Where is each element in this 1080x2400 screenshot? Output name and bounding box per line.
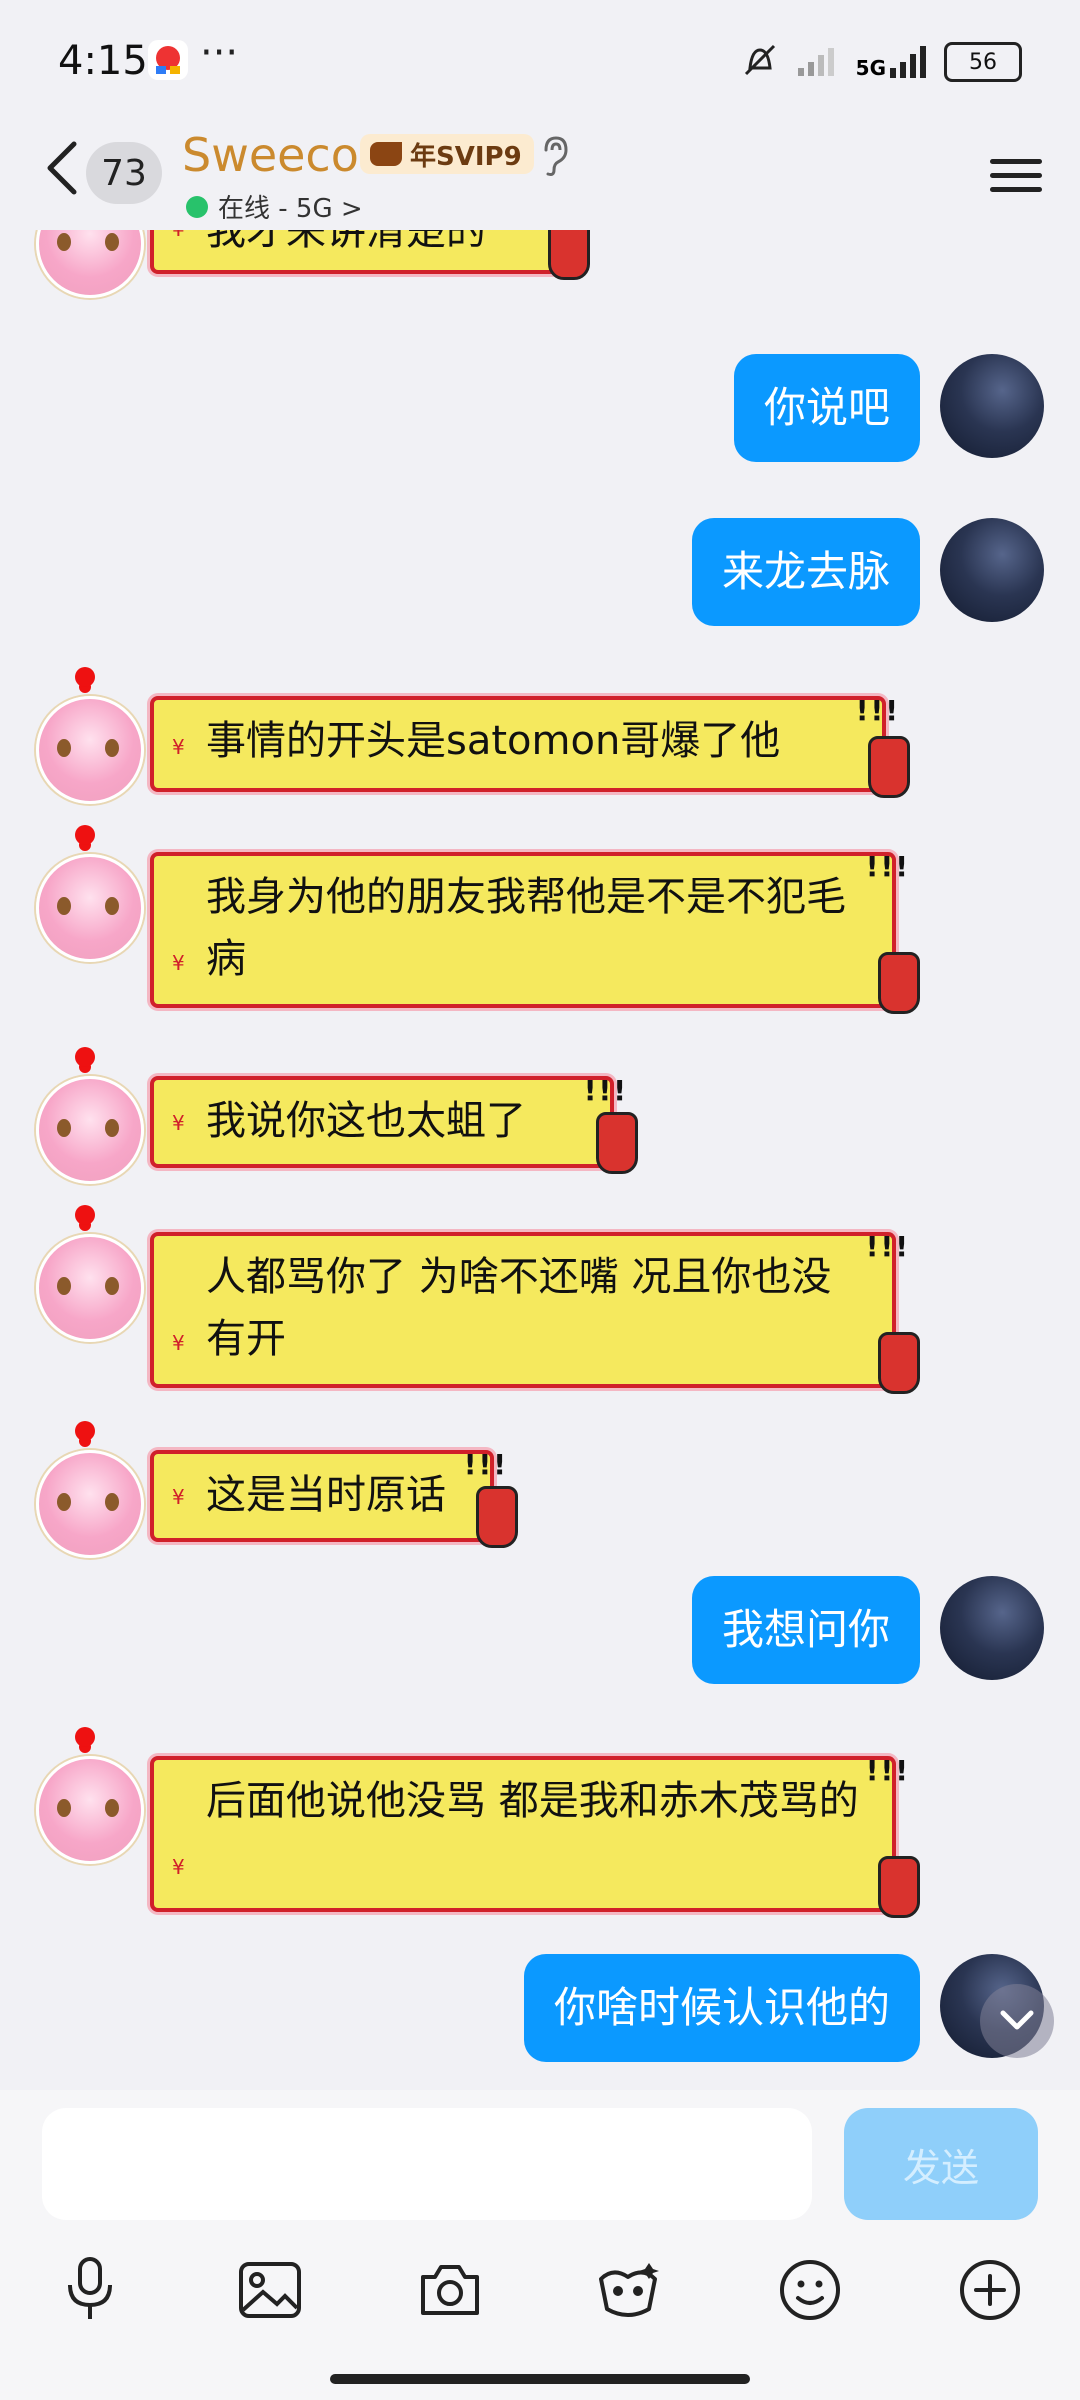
thumbs-up-icon (596, 1112, 638, 1174)
message-item: !!! 我说你这也太蛆了 ¥ (0, 1042, 1080, 1184)
image-icon[interactable] (230, 2250, 310, 2330)
avatar[interactable] (36, 1047, 144, 1184)
message-bubble[interactable]: 你说吧 (733, 354, 920, 462)
avatar[interactable] (940, 354, 1044, 458)
message-list[interactable]: 我才来讲清楚的 ¥ 你说吧 来龙去脉 !!! 事情的开头是satomon哥爆了他… (0, 230, 1080, 2090)
chat-header: 73 Sweeco 年SVIP9 在线 - 5G > (0, 120, 1080, 230)
avatar[interactable] (36, 1421, 144, 1558)
presence-text: 在线 - 5G > (218, 194, 363, 224)
chevron-down-icon (1000, 2010, 1034, 2030)
message-text: 后面他说他没骂 都是我和赤木茂骂的 (206, 1778, 859, 1824)
scroll-to-bottom-button[interactable] (980, 1984, 1054, 2058)
message-text: 人都骂你了 为啥不还嘴 况且你也没有开 (206, 1254, 832, 1362)
exclamation-marks-icon: !!! (865, 1230, 910, 1263)
message-item: 你说吧 (0, 354, 1080, 464)
message-bubble[interactable]: 你啥时候认识他的 (523, 1954, 920, 2062)
message-item: !!! 这是当时原话 ¥ (0, 1416, 1080, 1558)
yen-icon: ¥ (172, 1485, 185, 1509)
thumbs-up-icon (878, 1856, 920, 1918)
crown-icon (370, 142, 402, 166)
signal-5g-icon: 5G (856, 44, 928, 80)
yen-icon: ¥ (172, 951, 185, 975)
app-notification-icon (148, 40, 188, 80)
message-item: 来龙去脉 (0, 518, 1080, 628)
signal-weak-icon (796, 42, 840, 82)
exclamation-marks-icon: !!! (855, 694, 900, 727)
vip-badge-label: 年SVIP9 (410, 141, 522, 172)
camera-icon[interactable] (410, 2250, 490, 2330)
thumbs-up-icon (868, 736, 910, 798)
mute-icon (740, 40, 780, 84)
yen-icon: ¥ (172, 735, 185, 759)
battery-icon: 56 (944, 42, 1022, 82)
composer-toolbar (0, 2250, 1080, 2350)
status-right-cluster: 5G 56 (740, 40, 1022, 84)
status-time: 4:15 (58, 38, 148, 84)
emoji-icon[interactable] (770, 2250, 850, 2330)
status-more-dots: ··· (200, 30, 239, 76)
home-indicator[interactable] (330, 2374, 750, 2384)
yen-icon: ¥ (172, 1331, 185, 1355)
avatar[interactable] (36, 667, 144, 804)
contact-name[interactable]: Sweeco (182, 128, 359, 182)
message-bubble[interactable]: !!! 我身为他的朋友我帮他是不是不犯毛病 ¥ (150, 850, 920, 1014)
message-item: 你啥时候认识他的 (0, 1954, 1080, 2064)
message-text: 你啥时候认识他的 (553, 1983, 890, 2032)
message-text: 我想问你 (721, 1605, 890, 1654)
message-bubble[interactable]: 我想问你 (691, 1576, 920, 1684)
message-text: 我说你这也太蛆了 (206, 1098, 526, 1144)
message-item: 我才来讲清楚的 ¥ (0, 230, 1080, 330)
chevron-left-icon[interactable] (38, 138, 86, 198)
message-text: 来龙去脉 (721, 547, 890, 596)
red-packet-icon[interactable] (588, 2250, 668, 2330)
exclamation-marks-icon: !!! (865, 1754, 910, 1787)
thumbs-up-icon (878, 1332, 920, 1394)
avatar[interactable] (36, 1205, 144, 1342)
message-bubble[interactable]: !!! 人都骂你了 为啥不还嘴 况且你也没有开 ¥ (150, 1230, 920, 1394)
message-item: 我想问你 (0, 1576, 1080, 1686)
status-bar: 4:15 ··· 5G 56 (0, 0, 1080, 120)
yen-icon: ¥ (172, 1111, 185, 1135)
thumbs-up-icon (476, 1486, 518, 1548)
message-bubble[interactable]: 来龙去脉 (691, 518, 920, 626)
composer: 发送 (0, 2090, 1080, 2400)
avatar[interactable] (940, 518, 1044, 622)
hamburger-menu-icon[interactable] (990, 150, 1042, 196)
plus-icon[interactable] (950, 2250, 1030, 2330)
avatar[interactable] (36, 230, 144, 298)
avatar[interactable] (36, 1727, 144, 1864)
yen-icon: ¥ (172, 230, 185, 260)
message-text: 我身为他的朋友我帮他是不是不犯毛病 (206, 874, 846, 982)
message-bubble[interactable]: 我才来讲清楚的 ¥ (150, 230, 590, 280)
message-bubble[interactable]: !!! 这是当时原话 ¥ (150, 1448, 518, 1548)
online-dot-icon (186, 195, 208, 218)
message-text: 这是当时原话 (206, 1472, 446, 1518)
thumbs-up-icon (878, 952, 920, 1014)
presence-status[interactable]: 在线 - 5G > (186, 188, 363, 225)
message-text: 我才来讲清楚的 (206, 230, 486, 254)
avatar[interactable] (940, 1576, 1044, 1680)
message-item: !!! 人都骂你了 为啥不还嘴 况且你也没有开 ¥ (0, 1198, 1080, 1398)
thumbs-up-icon (548, 230, 590, 280)
message-bubble[interactable]: !!! 事情的开头是satomon哥爆了他 ¥ (150, 694, 910, 798)
message-text: 事情的开头是satomon哥爆了他 (206, 718, 781, 764)
message-input[interactable] (42, 2108, 812, 2220)
message-item: !!! 我身为他的朋友我帮他是不是不犯毛病 ¥ (0, 818, 1080, 1018)
unread-count-badge[interactable]: 73 (86, 142, 162, 204)
message-text: 你说吧 (763, 383, 890, 432)
message-item: !!! 后面他说他没骂 都是我和赤木茂骂的 ¥ (0, 1720, 1080, 1920)
yen-icon: ¥ (172, 1855, 185, 1879)
message-bubble[interactable]: !!! 后面他说他没骂 都是我和赤木茂骂的 ¥ (150, 1754, 920, 1918)
send-button[interactable]: 发送 (844, 2108, 1038, 2220)
microphone-icon[interactable] (50, 2250, 130, 2330)
avatar[interactable] (36, 825, 144, 962)
message-bubble[interactable]: !!! 我说你这也太蛆了 ¥ (150, 1074, 638, 1174)
message-item: !!! 事情的开头是satomon哥爆了他 ¥ (0, 660, 1080, 804)
vip-badge[interactable]: 年SVIP9 (360, 134, 534, 174)
exclamation-marks-icon: !!! (865, 850, 910, 883)
ear-icon[interactable] (534, 134, 574, 178)
